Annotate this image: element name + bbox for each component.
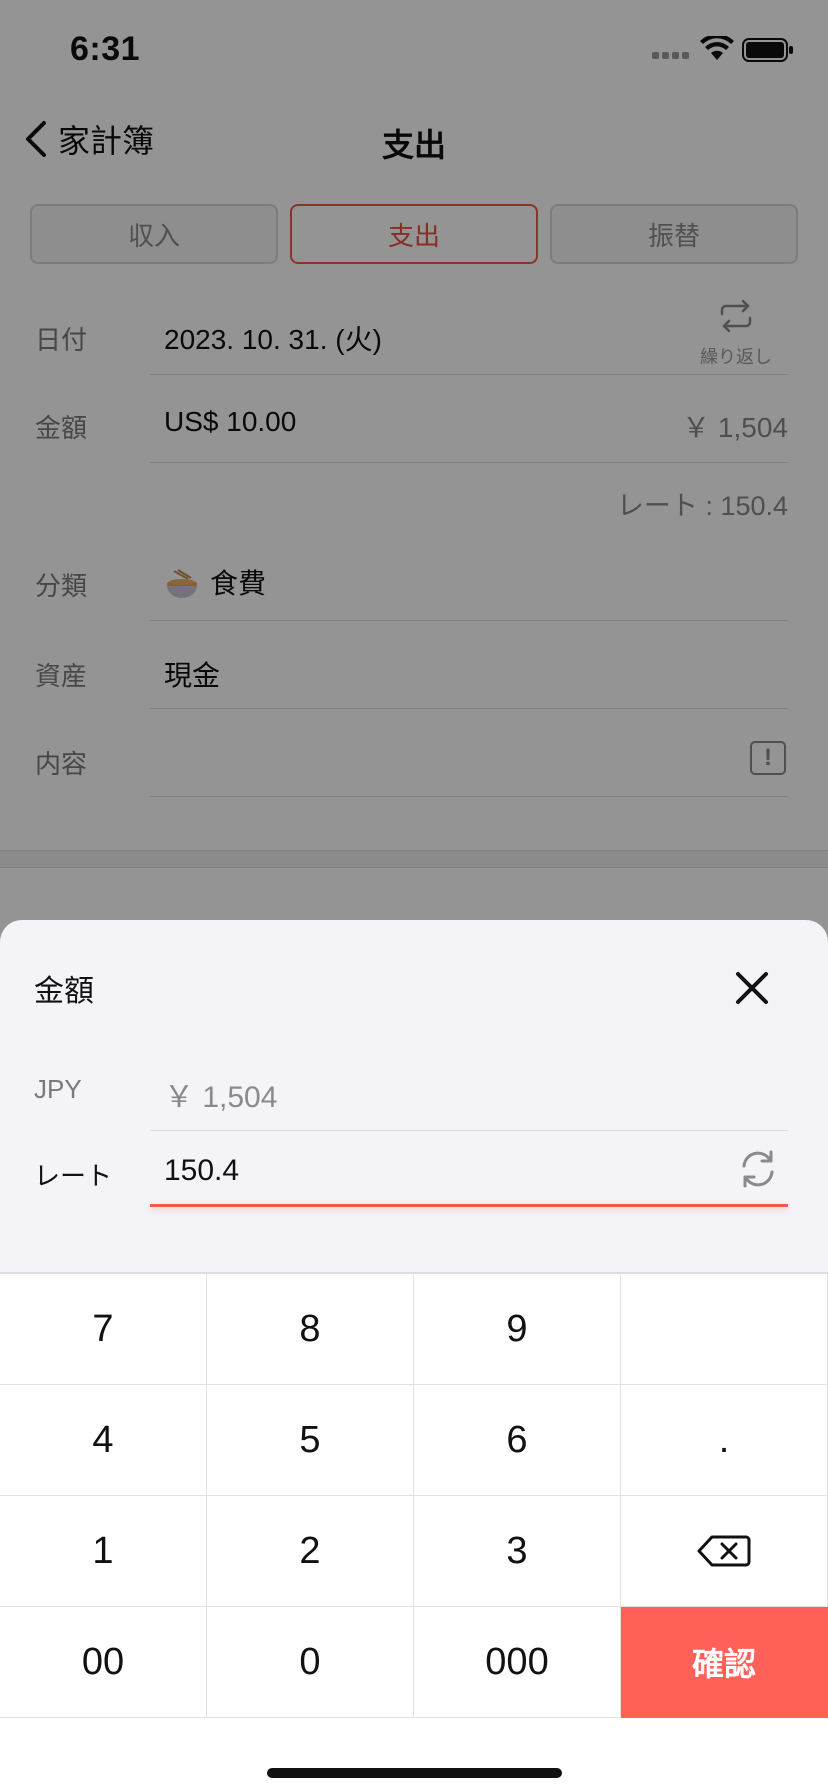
backspace-icon [697, 1535, 751, 1567]
key-00[interactable]: 00 [0, 1607, 207, 1718]
rate-input[interactable]: 150.4 [164, 1154, 239, 1188]
key-3[interactable]: 3 [414, 1496, 621, 1607]
jpy-label: JPY [34, 1074, 82, 1104]
key-0[interactable]: 0 [207, 1607, 414, 1718]
divider [150, 1130, 788, 1131]
jpy-value: ￥ 1,504 [164, 1081, 278, 1114]
sheet-title: 金額 [34, 975, 94, 1008]
key-5[interactable]: 5 [207, 1385, 414, 1496]
refresh-icon[interactable] [737, 1148, 779, 1190]
key-7[interactable]: 7 [0, 1274, 207, 1385]
key-9[interactable]: 9 [414, 1274, 621, 1385]
key-2[interactable]: 2 [207, 1496, 414, 1607]
rate-label: レート [34, 1161, 113, 1191]
key-empty [621, 1274, 828, 1385]
key-4[interactable]: 4 [0, 1385, 207, 1496]
numeric-keypad: 7 8 9 4 5 6 . 1 2 3 00 0 000 確認 [0, 1272, 828, 1792]
key-6[interactable]: 6 [414, 1385, 621, 1496]
close-icon[interactable] [728, 964, 776, 1012]
key-decimal[interactable]: . [621, 1385, 828, 1496]
key-1[interactable]: 1 [0, 1496, 207, 1607]
key-8[interactable]: 8 [207, 1274, 414, 1385]
key-backspace[interactable] [621, 1496, 828, 1607]
key-000[interactable]: 000 [414, 1607, 621, 1718]
rate-input-underline [150, 1204, 788, 1207]
home-indicator [267, 1768, 562, 1778]
confirm-button[interactable]: 確認 [621, 1607, 828, 1718]
